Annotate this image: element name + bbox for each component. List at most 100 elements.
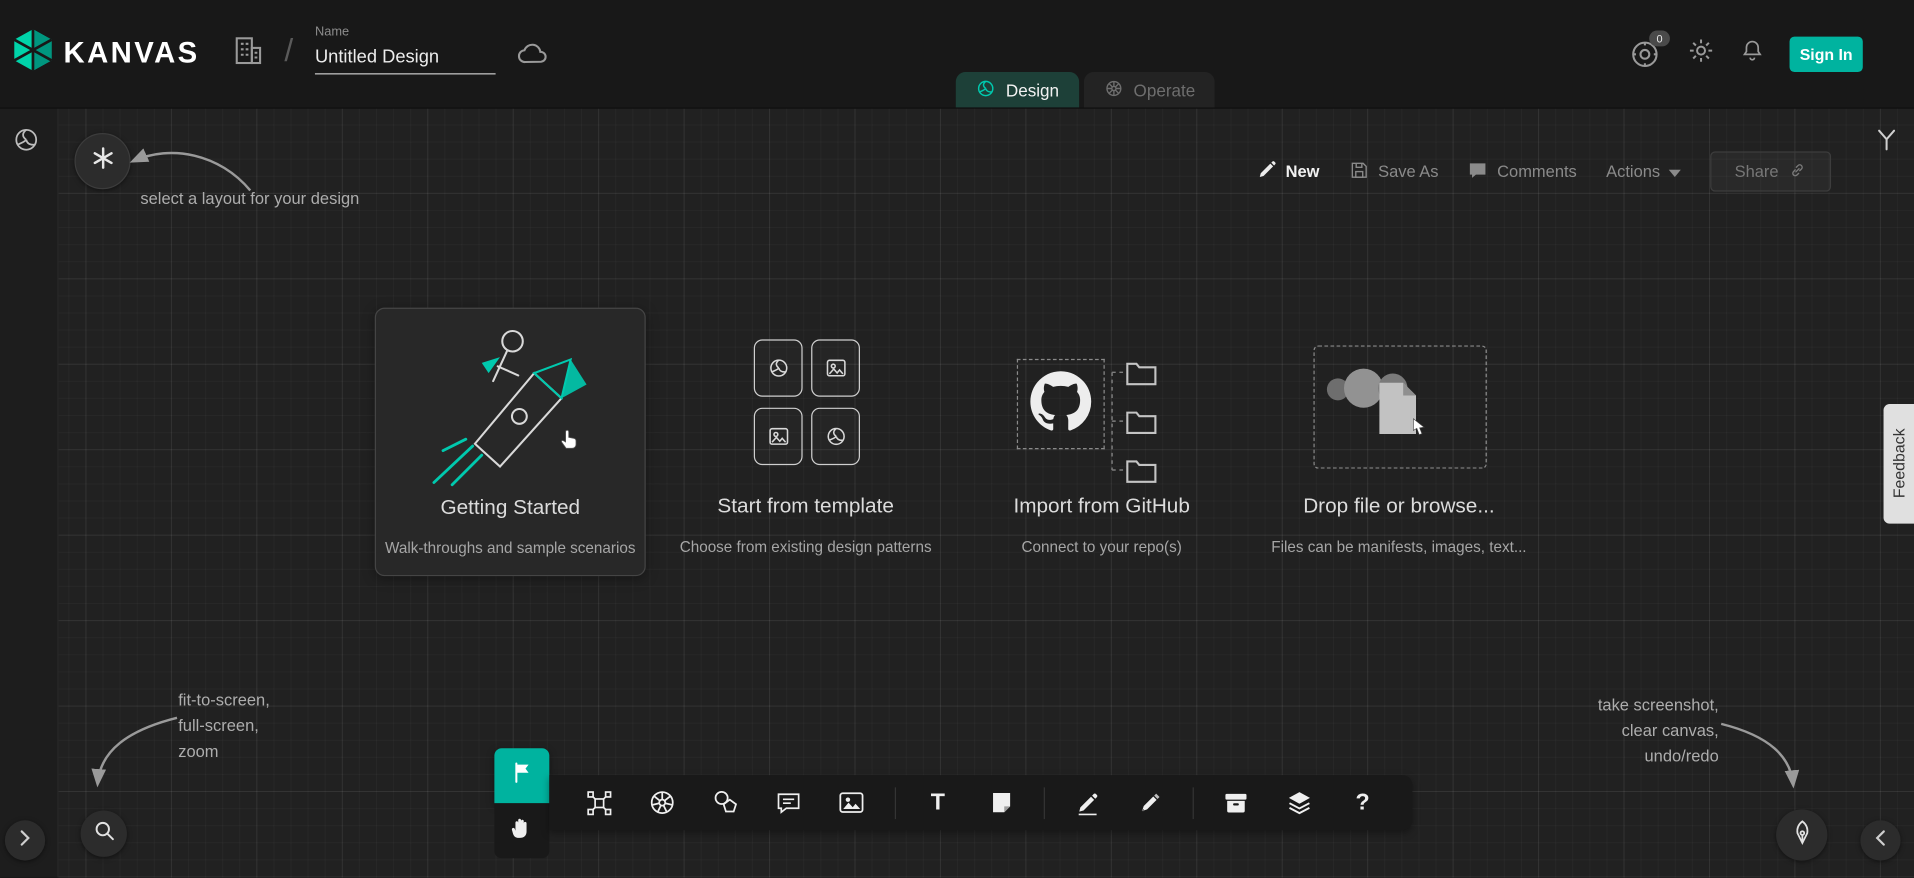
- tab-operate-label: Operate: [1134, 80, 1196, 100]
- option-subtitle: Files can be manifests, images, text...: [1271, 538, 1526, 555]
- bottom-toolbar: T ?: [494, 748, 1412, 858]
- template-thumbnails: [754, 339, 858, 465]
- toolbar-separator: [1043, 787, 1044, 819]
- actions-label: Actions: [1606, 162, 1660, 180]
- shapes-icon: [711, 789, 739, 817]
- layout-asterisk-icon: [90, 145, 116, 177]
- panel-expand-left-button[interactable]: [5, 820, 45, 860]
- feedback-label: Feedback: [1890, 429, 1908, 499]
- option-title: Import from GitHub: [1013, 494, 1189, 518]
- credits-icon[interactable]: 0: [1626, 35, 1663, 72]
- share-label: Share: [1735, 162, 1779, 180]
- tab-design-label: Design: [1006, 80, 1059, 100]
- github-frame: [1017, 359, 1105, 449]
- kubernetes-wheel-icon: [648, 789, 676, 817]
- pencil-icon: [1258, 160, 1278, 183]
- drop-zone: [1313, 345, 1486, 468]
- flag-cursor-icon: [510, 760, 534, 791]
- notes-tool-button[interactable]: [980, 782, 1022, 824]
- comment-icon: [1468, 159, 1489, 183]
- comments-button[interactable]: Comments: [1468, 159, 1577, 183]
- getting-started-card[interactable]: Getting Started Walk-throughs and sample…: [375, 308, 646, 577]
- app-header: KANVAS / Name Design Operate: [0, 0, 1914, 109]
- new-button[interactable]: New: [1258, 160, 1320, 183]
- hint-line: undo/redo: [1598, 743, 1719, 769]
- chevron-left-icon: [1875, 828, 1886, 852]
- curved-arrow-screenshot: [1703, 714, 1825, 806]
- settings-gear-icon[interactable]: [1687, 37, 1715, 71]
- shapes-tool-button[interactable]: [705, 782, 747, 824]
- floppy-icon: [1349, 159, 1370, 183]
- app-logo-text: KANVAS: [63, 36, 199, 70]
- screenshot-hint-text: take screenshot, clear canvas, undo/redo: [1598, 692, 1719, 769]
- component-icon: [586, 789, 613, 816]
- layers-tool-button[interactable]: [1279, 782, 1321, 824]
- kanvas-logo-icon: [12, 27, 54, 79]
- design-canvas[interactable]: select a layout for your design New Save…: [0, 107, 1914, 878]
- toolbar-separator: [1193, 787, 1194, 819]
- screenshot-pen-button[interactable]: [1776, 809, 1827, 860]
- comment-tool-button[interactable]: [768, 782, 810, 824]
- option-title: Start from template: [717, 494, 893, 518]
- comments-label: Comments: [1497, 162, 1577, 180]
- layers-icon: [1285, 789, 1313, 817]
- canvas-toolbar: New Save As Comments Actions: [1258, 151, 1832, 191]
- sketch-tool-button[interactable]: [1066, 782, 1108, 824]
- header-actions: 0 Sign In: [1626, 35, 1863, 72]
- app-logo[interactable]: KANVAS: [12, 27, 199, 79]
- zoom-button[interactable]: [81, 811, 127, 857]
- actions-dropdown[interactable]: Actions: [1606, 162, 1681, 180]
- save-as-button[interactable]: Save As: [1349, 159, 1439, 183]
- notifications-bell-icon[interactable]: [1739, 38, 1765, 70]
- pen-nib-icon: [1788, 818, 1816, 852]
- tab-operate[interactable]: Operate: [1083, 72, 1214, 107]
- cursor-tool-column: [494, 748, 549, 858]
- folder-icon: [1124, 408, 1158, 435]
- help-tool-button[interactable]: ?: [1342, 782, 1384, 824]
- drawer-archive-icon: [1222, 789, 1250, 817]
- new-label: New: [1286, 162, 1320, 180]
- meshery-spinner-icon[interactable]: [12, 126, 40, 160]
- hint-line: take screenshot,: [1598, 692, 1719, 718]
- arrow-cursor-icon: [1412, 417, 1429, 443]
- sign-in-button[interactable]: Sign In: [1790, 36, 1863, 71]
- template-option[interactable]: Start from template Choose from existing…: [702, 308, 910, 574]
- github-octocat-icon: [1029, 369, 1092, 439]
- media-tool-button[interactable]: [831, 782, 873, 824]
- github-option[interactable]: Import from GitHub Connect to your repo(…: [983, 308, 1221, 574]
- option-title: Drop file or browse...: [1303, 494, 1494, 518]
- panel-expand-right-button[interactable]: [1860, 820, 1900, 860]
- hierarchy-toggle-icon[interactable]: [1874, 127, 1900, 159]
- chevron-right-icon: [20, 828, 31, 852]
- dropfile-option[interactable]: Drop file or browse... Files can be mani…: [1292, 308, 1507, 574]
- spiral-thumb-icon: [754, 339, 803, 396]
- chevron-down-icon: [1669, 162, 1681, 180]
- folder-icon: [1124, 457, 1158, 484]
- help-tool-glyph: ?: [1356, 789, 1370, 816]
- design-name-label: Name: [315, 24, 498, 39]
- kubernetes-tool-button[interactable]: [641, 782, 683, 824]
- tab-design[interactable]: Design: [956, 72, 1079, 107]
- design-name-input[interactable]: [315, 44, 496, 75]
- select-tool-button[interactable]: [494, 748, 549, 803]
- share-button[interactable]: Share: [1710, 151, 1831, 191]
- drawer-tool-button[interactable]: [1216, 782, 1258, 824]
- cloud-sync-icon[interactable]: [516, 40, 549, 72]
- org-building-icon[interactable]: [232, 33, 265, 75]
- image-thumb-icon: [811, 339, 860, 396]
- component-tool-button[interactable]: [578, 782, 620, 824]
- pan-tool-button[interactable]: [494, 803, 549, 858]
- pen-tool-button[interactable]: [1129, 782, 1171, 824]
- tool-row: T ?: [549, 775, 1412, 830]
- marker-pen-icon: [1137, 789, 1164, 816]
- option-title: Getting Started: [440, 496, 580, 520]
- text-tool-button[interactable]: T: [917, 782, 959, 824]
- text-tool-glyph: T: [931, 789, 945, 816]
- pointer-cursor: [557, 425, 584, 458]
- mode-tabs: Design Operate: [956, 72, 1215, 107]
- hint-line: clear canvas,: [1598, 718, 1719, 744]
- feedback-tab[interactable]: Feedback: [1884, 404, 1914, 524]
- sticky-note-icon: [988, 790, 1014, 816]
- hand-icon: [509, 815, 535, 847]
- curved-arrow-zoom: [73, 708, 195, 806]
